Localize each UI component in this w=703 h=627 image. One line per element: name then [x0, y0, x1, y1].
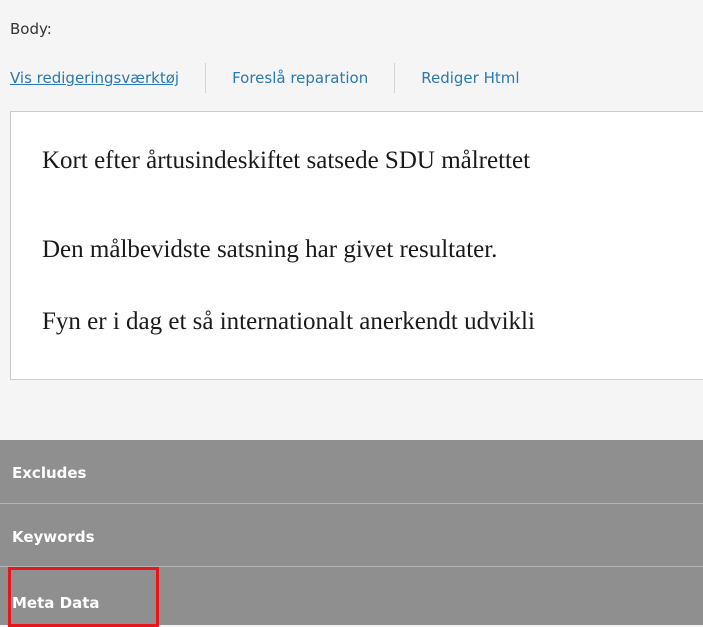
editor-paragraph[interactable]: Den målbevidste satsning har givet resul… — [42, 236, 497, 264]
toolbar-divider — [394, 63, 396, 93]
edit-html-link[interactable]: Rediger Html — [421, 69, 519, 87]
body-field-label: Body: — [10, 20, 52, 38]
accordion-item-meta-data[interactable]: Meta Data — [0, 567, 703, 625]
accordion-item-label: Meta Data — [12, 594, 100, 612]
editor-paragraph[interactable]: Kort efter årtusindeskiftet satsede SDU … — [42, 147, 530, 175]
rich-text-editor[interactable]: Kort efter årtusindeskiftet satsede SDU … — [10, 111, 703, 380]
toolbar-divider — [205, 63, 207, 93]
accordion-item-label: Excludes — [12, 464, 87, 482]
accordion-item-label: Keywords — [12, 528, 95, 546]
show-editor-tools-link[interactable]: Vis redigeringsværktøj — [10, 69, 179, 87]
accordion-panel: Excludes Keywords Meta Data — [0, 440, 703, 625]
accordion-item-keywords[interactable]: Keywords — [0, 503, 703, 567]
editor-paragraph[interactable]: Fyn er i dag et så internationalt anerke… — [42, 308, 535, 336]
suggest-repair-link[interactable]: Foreslå reparation — [232, 69, 368, 87]
accordion-item-excludes[interactable]: Excludes — [0, 440, 703, 504]
editor-toolbar: Vis redigeringsværktøj Foreslå reparatio… — [10, 63, 520, 93]
